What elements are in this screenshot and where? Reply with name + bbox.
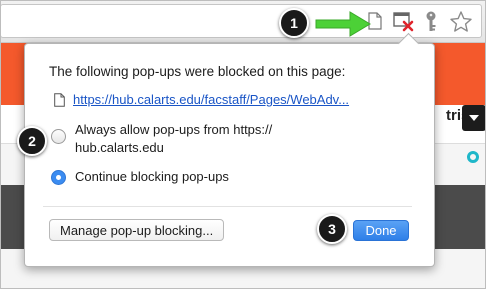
radio-label: Continue blocking pop-ups xyxy=(75,169,229,184)
step-marker-1: 1 xyxy=(279,8,309,38)
radio-button-selected[interactable] xyxy=(51,170,66,185)
popup-blocked-dialog: The following pop-ups were blocked on th… xyxy=(24,32,435,267)
bookmark-star-icon[interactable] xyxy=(449,10,473,34)
site-circle-icon xyxy=(467,151,479,163)
step-marker-3: 3 xyxy=(317,214,347,244)
radio-label: Always allow pop-ups from https:// hub.c… xyxy=(75,122,273,155)
divider xyxy=(43,206,412,207)
popup-blocked-icon[interactable] xyxy=(393,11,415,33)
key-icon[interactable] xyxy=(424,11,438,33)
dialog-heading: The following pop-ups were blocked on th… xyxy=(49,64,346,79)
blocked-popup-link[interactable]: https://hub.calarts.edu/facstaff/Pages/W… xyxy=(73,92,349,107)
radio-continue-blocking[interactable]: Continue blocking pop-ups xyxy=(51,168,229,186)
done-button[interactable]: Done xyxy=(353,220,409,241)
radio-always-allow[interactable]: Always allow pop-ups from https:// hub.c… xyxy=(51,121,325,157)
radio-button[interactable] xyxy=(51,129,66,144)
green-arrow-annotation xyxy=(315,11,371,37)
document-icon xyxy=(54,92,65,107)
blocked-url-row[interactable]: https://hub.calarts.edu/facstaff/Pages/W… xyxy=(54,92,349,107)
step-marker-2: 2 xyxy=(17,126,47,156)
manage-popup-blocking-button[interactable]: Manage pop-up blocking... xyxy=(49,219,225,241)
site-dropdown-button[interactable] xyxy=(462,105,486,131)
